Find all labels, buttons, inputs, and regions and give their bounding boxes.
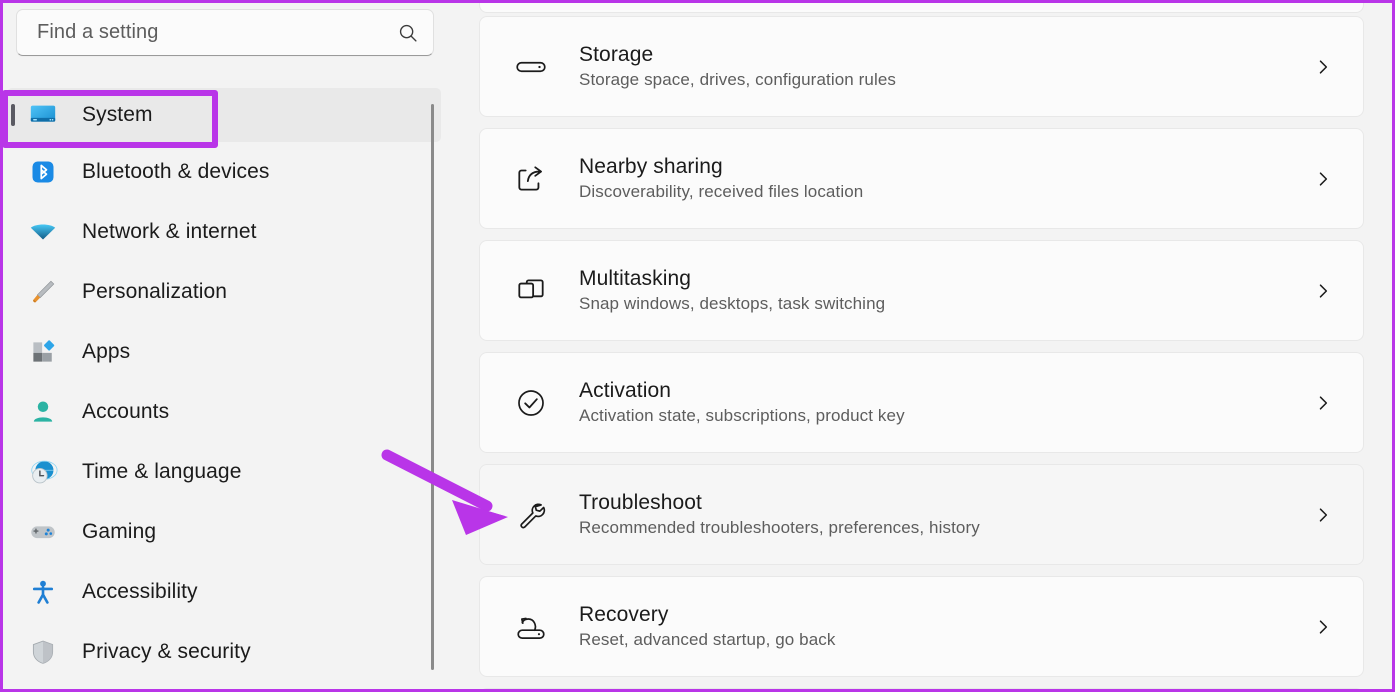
settings-card-troubleshoot[interactable]: Troubleshoot Recommended troubleshooters… — [479, 464, 1364, 565]
sidebar-item-label: Accounts — [82, 400, 170, 423]
sidebar-item-label: System — [82, 103, 153, 126]
card-subtitle: Recommended troubleshooters, preferences… — [579, 518, 980, 538]
settings-card-multitasking[interactable]: Multitasking Snap windows, desktops, tas… — [479, 240, 1364, 341]
settings-card-activation[interactable]: Activation Activation state, subscriptio… — [479, 352, 1364, 453]
card-subtitle: Activation state, subscriptions, product… — [579, 406, 905, 426]
search-input[interactable] — [37, 21, 397, 44]
check-circle-icon — [511, 383, 551, 423]
gamepad-icon — [28, 517, 58, 547]
selection-indicator — [11, 104, 15, 126]
share-icon — [511, 159, 551, 199]
settings-main-panel: Storage Storage space, drives, configura… — [448, 0, 1395, 692]
sidebar-item-personalization[interactable]: Personalization — [0, 262, 448, 322]
sidebar-item-time-language[interactable]: Time & language — [0, 442, 448, 502]
card-title: Storage — [579, 43, 654, 67]
card-text: Activation Activation state, subscriptio… — [579, 378, 1303, 427]
shield-icon — [28, 637, 58, 667]
sidebar-item-bluetooth-devices[interactable]: Bluetooth & devices — [0, 142, 448, 202]
bluetooth-icon — [28, 157, 58, 187]
card-subtitle: Storage space, drives, configuration rul… — [579, 70, 896, 90]
card-subtitle: Reset, advanced startup, go back — [579, 630, 836, 650]
wrench-icon — [511, 495, 551, 535]
card-text: Multitasking Snap windows, desktops, tas… — [579, 266, 1303, 315]
settings-card-recovery[interactable]: Recovery Reset, advanced startup, go bac… — [479, 576, 1364, 677]
search-icon[interactable] — [397, 22, 419, 44]
sidebar-item-label: Personalization — [82, 280, 228, 303]
accessibility-icon — [28, 577, 58, 607]
card-title: Troubleshoot — [579, 491, 702, 515]
card-title: Activation — [579, 379, 672, 403]
sidebar-item-label: Time & language — [82, 460, 242, 483]
card-text: Troubleshoot Recommended troubleshooters… — [579, 490, 1303, 539]
card-subtitle: Discoverability, received files location — [579, 182, 864, 202]
card-title: Nearby sharing — [579, 155, 723, 179]
sidebar-item-network-internet[interactable]: Network & internet — [0, 202, 448, 262]
sidebar-item-system[interactable]: System — [7, 88, 441, 142]
card-subtitle: Snap windows, desktops, task switching — [579, 294, 886, 314]
card-text: Recovery Reset, advanced startup, go bac… — [579, 602, 1303, 651]
system-monitor-icon — [28, 100, 58, 130]
sidebar-item-gaming[interactable]: Gaming — [0, 502, 448, 562]
sidebar-item-accessibility[interactable]: Accessibility — [0, 562, 448, 622]
sidebar-item-accounts[interactable]: Accounts — [0, 382, 448, 442]
chevron-right-icon[interactable] — [1303, 169, 1343, 189]
sidebar-item-label: Bluetooth & devices — [82, 160, 270, 183]
settings-card-nearby-sharing[interactable]: Nearby sharing Discoverability, received… — [479, 128, 1364, 229]
settings-sidebar: System Bluetooth & devices — [0, 0, 448, 692]
paintbrush-icon — [28, 277, 58, 307]
sidebar-item-label: Accessibility — [82, 580, 198, 603]
card-title: Recovery — [579, 603, 669, 627]
recovery-drive-icon — [511, 607, 551, 647]
clock-globe-icon — [28, 457, 58, 487]
hard-drive-icon — [511, 47, 551, 87]
sidebar-item-label: Privacy & security — [82, 640, 251, 663]
sidebar-nav-list: System Bluetooth & devices Network & int… — [0, 88, 448, 692]
person-icon — [28, 397, 58, 427]
chevron-right-icon[interactable] — [1303, 505, 1343, 525]
chevron-right-icon[interactable] — [1303, 57, 1343, 77]
windows-stack-icon — [511, 271, 551, 311]
settings-card-partial-bottom[interactable] — [479, 688, 1364, 692]
card-title: Multitasking — [579, 267, 692, 291]
sidebar-item-label: Network & internet — [82, 220, 257, 243]
sidebar-item-apps[interactable]: Apps — [0, 322, 448, 382]
settings-card-partial-top[interactable] — [479, 0, 1364, 13]
wifi-icon — [28, 217, 58, 247]
settings-card-storage[interactable]: Storage Storage space, drives, configura… — [479, 16, 1364, 117]
sidebar-item-label: Apps — [82, 340, 131, 363]
sidebar-item-privacy-security[interactable]: Privacy & security — [0, 622, 448, 682]
chevron-right-icon[interactable] — [1303, 393, 1343, 413]
chevron-right-icon[interactable] — [1303, 617, 1343, 637]
search-container — [16, 9, 434, 56]
sidebar-item-label: Gaming — [82, 520, 157, 543]
apps-grid-icon — [28, 337, 58, 367]
chevron-right-icon[interactable] — [1303, 281, 1343, 301]
sidebar-scrollbar[interactable] — [431, 104, 434, 670]
card-text: Nearby sharing Discoverability, received… — [579, 154, 1303, 203]
card-text: Storage Storage space, drives, configura… — [579, 42, 1303, 91]
search-box[interactable] — [16, 9, 434, 56]
